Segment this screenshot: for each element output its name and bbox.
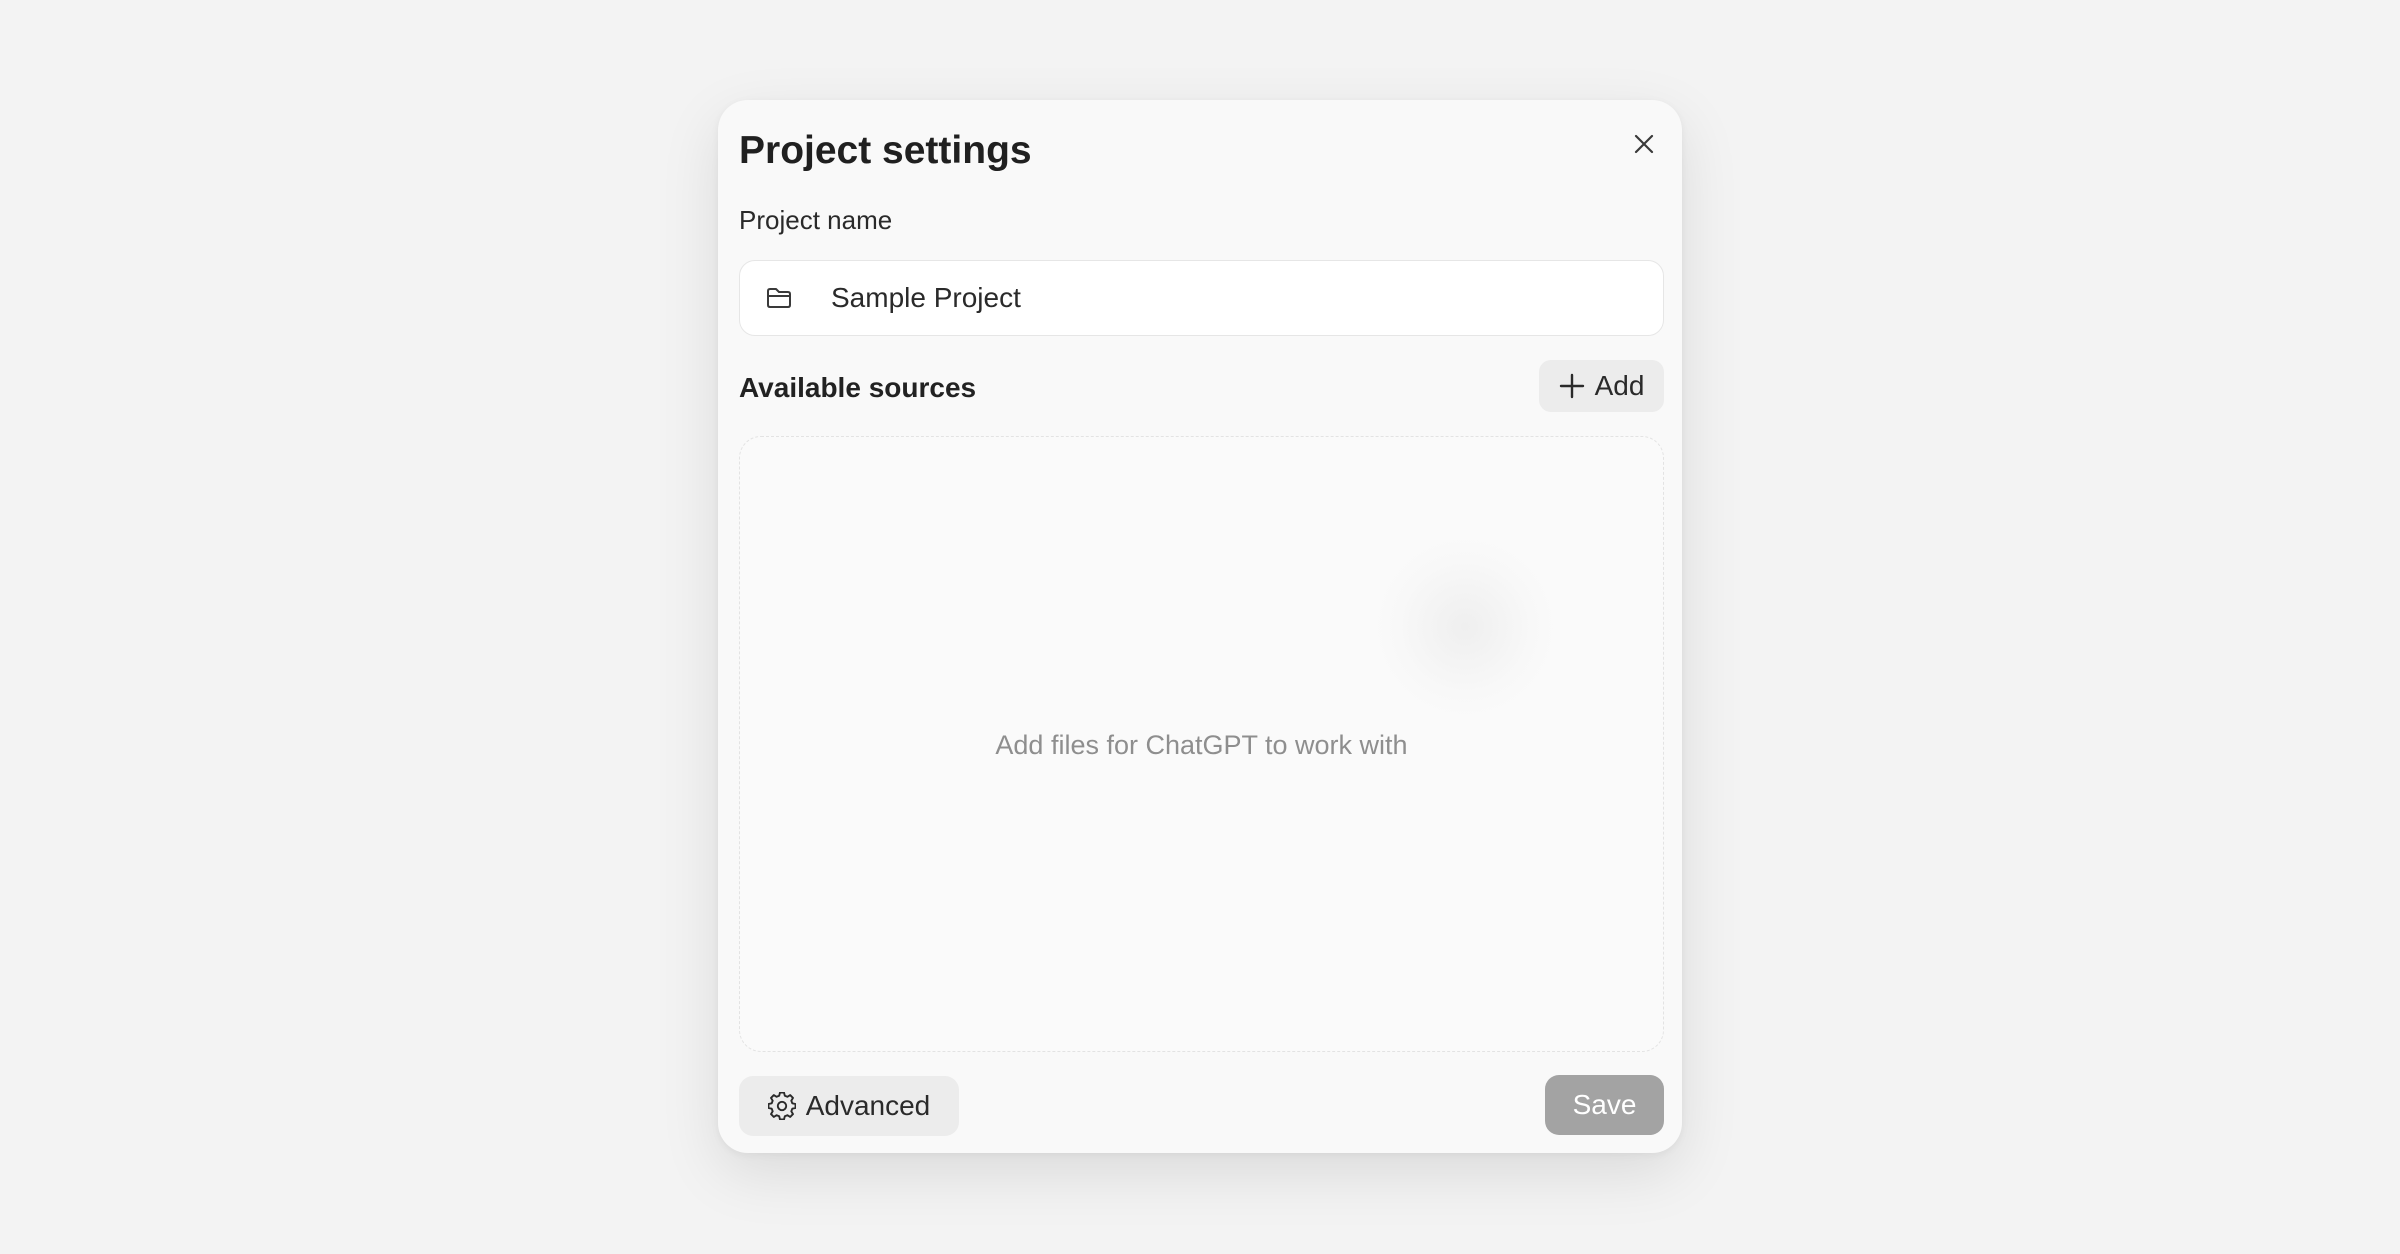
project-name-field[interactable] [739, 260, 1664, 336]
add-source-button[interactable]: Add [1539, 360, 1664, 412]
project-settings-dialog: Project settings Project name Available … [718, 100, 1682, 1153]
sources-dropzone[interactable]: Add files for ChatGPT to work with [739, 436, 1664, 1052]
plus-icon [1559, 373, 1584, 399]
advanced-button[interactable]: Advanced [739, 1076, 959, 1136]
empty-sources-hint: Add files for ChatGPT to work with [995, 730, 1408, 760]
save-button[interactable]: Save [1545, 1075, 1664, 1135]
available-sources-heading: Available sources [739, 372, 977, 403]
close-button[interactable] [1622, 122, 1666, 166]
advanced-label: Advanced [805, 1090, 931, 1121]
close-icon [1634, 134, 1654, 154]
project-name-input[interactable] [831, 282, 1611, 314]
add-source-label: Add [1594, 370, 1645, 401]
dialog-title: Project settings [739, 129, 1032, 172]
dropzone-decoration [1375, 537, 1555, 717]
project-name-label: Project name [739, 205, 893, 235]
gear-icon [767, 1092, 796, 1120]
folder-icon [764, 283, 794, 313]
